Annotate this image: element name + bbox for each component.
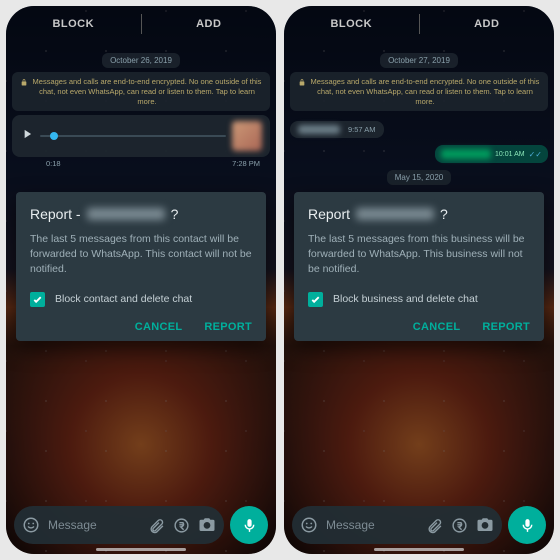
action-bar: BLOCK ADD [6, 6, 276, 42]
emoji-icon[interactable] [300, 516, 318, 534]
mic-button[interactable] [230, 506, 268, 544]
add-button[interactable]: ADD [142, 18, 277, 30]
outgoing-message[interactable]: 10:01 AM ✓✓ [435, 145, 548, 163]
mic-button[interactable] [508, 506, 546, 544]
attach-icon[interactable] [148, 517, 165, 534]
redacted-text [441, 149, 491, 159]
encryption-notice[interactable]: Messages and calls are end-to-end encryp… [290, 72, 548, 111]
date-pill: October 27, 2019 [290, 50, 548, 68]
incoming-message[interactable]: 9:57 AM [290, 121, 384, 138]
play-icon[interactable] [20, 127, 34, 146]
message-time: 9:57 AM [348, 125, 376, 134]
report-button[interactable]: REPORT [482, 321, 530, 333]
block-checkbox-row[interactable]: Block contact and delete chat [30, 292, 252, 307]
checkbox-checked-icon[interactable] [308, 292, 323, 307]
action-bar: BLOCK ADD [284, 6, 554, 42]
input-placeholder: Message [326, 518, 418, 532]
lock-icon [298, 78, 306, 87]
checkbox-label: Block contact and delete chat [55, 293, 192, 305]
report-button[interactable]: REPORT [204, 321, 252, 333]
report-dialog: Report - ? The last 5 messages from this… [16, 192, 266, 341]
home-indicator [374, 548, 464, 551]
phone-left: BLOCK ADD October 26, 2019 Messages and … [6, 6, 276, 554]
redacted-name [87, 208, 165, 220]
add-button[interactable]: ADD [420, 18, 555, 30]
checkbox-label: Block business and delete chat [333, 293, 478, 305]
checkbox-checked-icon[interactable] [30, 292, 45, 307]
date-pill: October 26, 2019 [12, 50, 270, 68]
phone-right: BLOCK ADD October 27, 2019 Messages and … [284, 6, 554, 554]
message-input-bar: Message [14, 506, 268, 544]
dialog-body: The last 5 messages from this contact wi… [30, 232, 252, 278]
message-input[interactable]: Message [14, 506, 224, 544]
redacted-text [298, 125, 340, 134]
dialog-title: Report ? [308, 206, 530, 222]
cancel-button[interactable]: CANCEL [413, 321, 461, 333]
mic-icon [241, 517, 258, 534]
message-time: 7:28 PM [232, 159, 260, 168]
audio-duration: 0:18 [46, 159, 61, 168]
rupee-icon[interactable] [451, 517, 468, 534]
dialog-body: The last 5 messages from this business w… [308, 232, 530, 278]
rupee-icon[interactable] [173, 517, 190, 534]
block-button[interactable]: BLOCK [6, 18, 141, 30]
home-indicator [96, 548, 186, 551]
emoji-icon[interactable] [22, 516, 40, 534]
block-checkbox-row[interactable]: Block business and delete chat [308, 292, 530, 307]
voice-message[interactable] [12, 115, 270, 157]
input-placeholder: Message [48, 518, 140, 532]
camera-icon[interactable] [198, 516, 216, 534]
message-input[interactable]: Message [292, 506, 502, 544]
report-dialog: Report ? The last 5 messages from this b… [294, 192, 544, 341]
attach-icon[interactable] [426, 517, 443, 534]
lock-icon [20, 78, 28, 87]
camera-icon[interactable] [476, 516, 494, 534]
cancel-button[interactable]: CANCEL [135, 321, 183, 333]
block-button[interactable]: BLOCK [284, 18, 419, 30]
redacted-name [356, 208, 434, 220]
screenshot-pair: BLOCK ADD October 26, 2019 Messages and … [0, 0, 560, 560]
read-receipt-icon: ✓✓ [529, 150, 542, 159]
message-input-bar: Message [292, 506, 546, 544]
mic-icon [519, 517, 536, 534]
message-time: 10:01 AM [495, 151, 525, 158]
encryption-notice[interactable]: Messages and calls are end-to-end encryp… [12, 72, 270, 111]
audio-track[interactable] [40, 135, 226, 137]
dialog-title: Report - ? [30, 206, 252, 222]
date-pill: May 15, 2020 [290, 167, 548, 185]
contact-avatar [232, 121, 262, 151]
